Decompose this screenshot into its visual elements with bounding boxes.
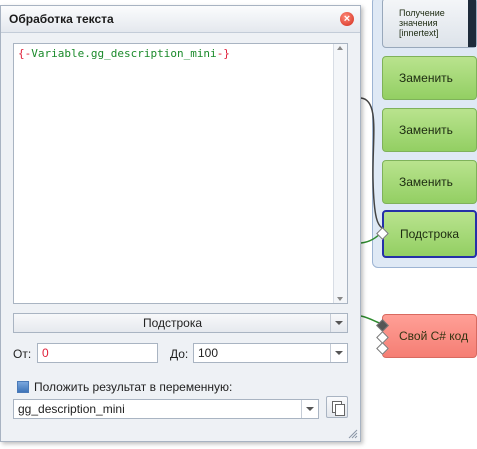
block-label: Получение значения [innertext] [399,8,445,38]
block-csharp-code[interactable]: Свой C# код [382,314,477,358]
macro-variable: Variable.gg_description_mini [31,47,217,60]
mode-select[interactable]: Подстрока [13,313,348,333]
block-replace-2[interactable]: Заменить [382,108,477,152]
block-replace-1[interactable]: Заменить [382,56,477,100]
block-label: Заменить [399,175,453,189]
block-substring-selected[interactable]: Подстрока [382,210,477,258]
block-replace-3[interactable]: Заменить [382,160,477,204]
block-label: Подстрока [400,227,460,241]
chevron-down-icon[interactable] [330,344,347,362]
block-label: Заменить [399,123,453,137]
block-get-innertext[interactable]: Получение значения [innertext] [382,0,477,48]
dialog-title: Обработка текста [9,12,114,26]
variable-select-value: gg_description_mini [18,402,125,416]
checkbox-icon[interactable] [17,381,29,393]
to-select[interactable]: 100 [193,343,348,363]
close-icon[interactable]: × [340,12,354,26]
dialog-titlebar[interactable]: Обработка текста [1,6,360,33]
macro-close: -} [216,47,230,60]
macro-open: {- [18,47,32,60]
to-select-value: 100 [198,346,219,360]
from-input[interactable]: 0 [37,343,158,363]
editor-scrollbar[interactable] [333,44,347,303]
chevron-down-icon[interactable] [330,314,347,332]
block-side-bar [468,0,476,47]
chevron-down-icon[interactable] [301,400,318,418]
text-editor[interactable]: {-Variable.gg_description_mini-} [13,43,348,304]
to-label: До: [170,347,189,361]
scroll-up-icon[interactable] [337,46,343,50]
scroll-down-icon[interactable] [337,297,343,301]
save-result-label: Положить результат в переменную: [34,380,233,394]
from-label: От: [13,347,32,361]
variable-select[interactable]: gg_description_mini [13,399,319,419]
resize-grip-icon[interactable] [348,429,358,439]
text-processing-dialog: Обработка текста × {-Variable.gg_descrip… [0,5,361,442]
block-label: Свой C# код [399,329,469,343]
block-label: Заменить [399,71,453,85]
copy-icon[interactable] [326,396,348,418]
mode-select-value: Подстрока [142,316,203,330]
